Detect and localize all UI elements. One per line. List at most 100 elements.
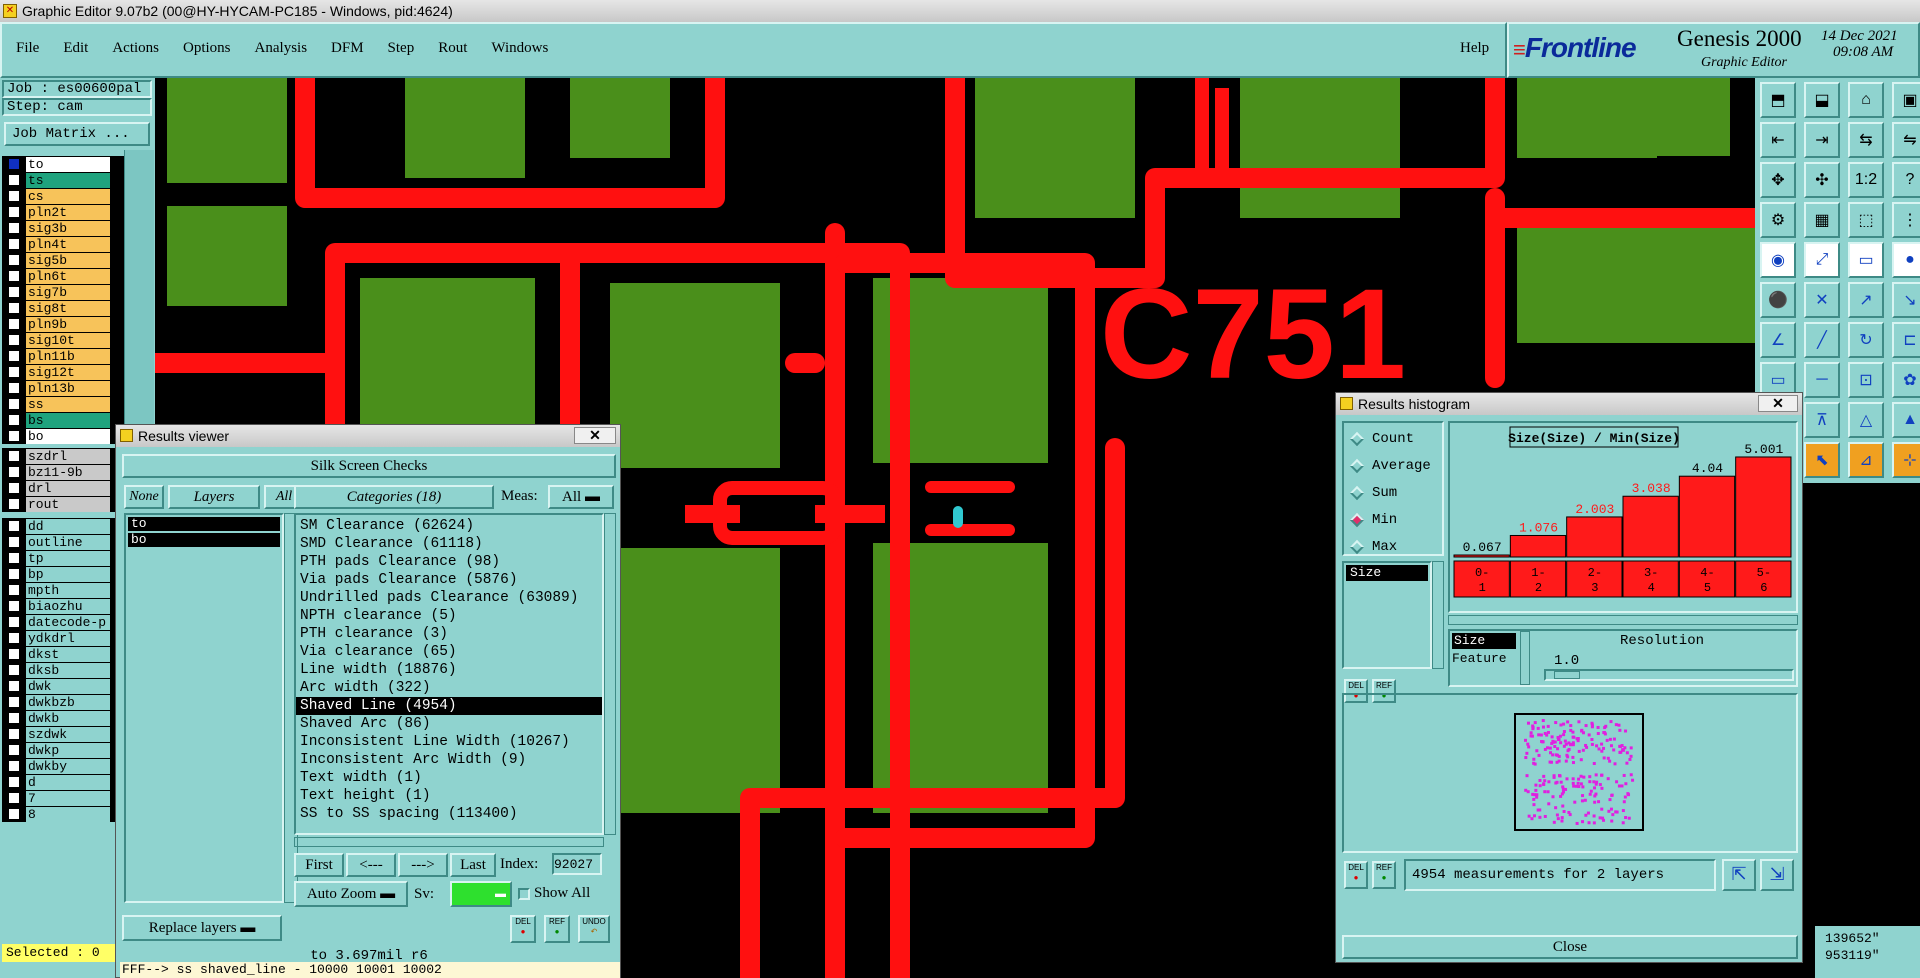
tool-button[interactable]: ⚙ [1760, 202, 1796, 238]
tool-button[interactable]: ⤢ [1804, 242, 1840, 278]
layer-row[interactable]: ydkdrl [2, 630, 124, 646]
category-item[interactable]: Text width (1) [296, 769, 602, 787]
histogram-bar[interactable] [1509, 534, 1567, 558]
tool-button[interactable]: ⬒ [1760, 82, 1796, 118]
layer-name[interactable]: biaozhu [26, 598, 110, 614]
layer-name[interactable]: dd [26, 518, 110, 534]
tool-button[interactable]: ⚫ [1760, 282, 1796, 318]
layer-checkbox[interactable] [8, 664, 20, 676]
menu-edit[interactable]: Edit [63, 40, 88, 56]
auto-zoom-dropdown[interactable]: Auto Zoom ▬ [294, 881, 408, 907]
rv-layer-list[interactable]: to bo [124, 513, 284, 903]
tool-button[interactable]: ⬚ [1848, 202, 1884, 238]
layer-name[interactable]: pln13b [26, 380, 110, 396]
layer-name[interactable]: mpth [26, 582, 110, 598]
histogram-close-button[interactable]: Close [1342, 935, 1798, 959]
tool-button[interactable]: ⊡ [1848, 362, 1884, 398]
category-item[interactable]: Via pads Clearance (5876) [296, 571, 602, 589]
layer-name[interactable]: szdwk [26, 726, 110, 742]
layer-name[interactable]: ydkdrl [26, 630, 110, 646]
layer-name[interactable]: sig12t [26, 364, 110, 380]
layer-row[interactable]: sig5b [2, 252, 124, 268]
categories-button[interactable]: Categories (18) [294, 485, 494, 509]
layer-checkbox[interactable] [8, 520, 20, 532]
category-item[interactable]: Undrilled pads Clearance (63089) [296, 589, 602, 607]
field-list[interactable]: Size [1342, 561, 1432, 669]
layer-row[interactable]: outline [2, 534, 124, 550]
last-button[interactable]: Last [450, 853, 496, 877]
layer-row[interactable]: pln2t [2, 204, 124, 220]
layer-name[interactable]: tp [26, 550, 110, 566]
tool-button[interactable]: ╱ [1804, 322, 1840, 358]
layer-name[interactable]: datecode-p [26, 614, 110, 630]
resolution-scrollbar[interactable] [1520, 631, 1530, 685]
category-item[interactable]: Text height (1) [296, 787, 602, 805]
show-all-checkbox[interactable] [518, 888, 530, 900]
layer-name[interactable]: dksb [26, 662, 110, 678]
tool-button[interactable]: ∠ [1760, 322, 1796, 358]
layer-name[interactable]: cs [26, 188, 110, 204]
field-scrollbar[interactable] [1432, 561, 1444, 669]
tool-button[interactable]: ⊹ [1892, 442, 1920, 478]
layer-name[interactable]: pln4t [26, 236, 110, 252]
menu-windows[interactable]: Windows [491, 40, 548, 56]
layer-row[interactable]: mpth [2, 582, 124, 598]
layer-name[interactable]: rout [26, 496, 110, 512]
histogram-bar[interactable] [1622, 495, 1679, 558]
layer-name[interactable]: drl [26, 480, 110, 496]
tool-button[interactable]: ✥ [1760, 162, 1796, 198]
resolution-slider[interactable] [1544, 669, 1794, 681]
layer-checkbox[interactable] [8, 616, 20, 628]
layer-name[interactable]: dwkp [26, 742, 110, 758]
tool-button[interactable]: ? [1892, 162, 1920, 198]
layer-row[interactable]: drl [2, 480, 124, 496]
layer-row[interactable]: dwkby [2, 758, 124, 774]
resolution-slider-thumb[interactable] [1554, 671, 1580, 679]
zoom-to-layer-button[interactable]: ⇲ [1760, 859, 1794, 891]
layer-row[interactable]: datecode-p [2, 614, 124, 630]
layer-name[interactable]: bp [26, 566, 110, 582]
category-item[interactable]: Shaved Line (4954) [296, 697, 602, 715]
layer-row[interactable]: rout [2, 496, 124, 512]
layer-checkbox[interactable] [8, 482, 20, 494]
layer-name[interactable]: sig5b [26, 252, 110, 268]
tool-button[interactable]: ✿ [1892, 362, 1920, 398]
histogram-bar[interactable] [1735, 456, 1792, 558]
tool-button[interactable]: ▦ [1804, 202, 1840, 238]
layer-name[interactable]: pln9b [26, 316, 110, 332]
layer-checkbox[interactable] [8, 712, 20, 724]
layer-row[interactable]: bo [2, 428, 124, 444]
tool-button[interactable]: ⬓ [1804, 82, 1840, 118]
layer-checkbox[interactable] [8, 632, 20, 644]
layer-row[interactable]: d [2, 774, 124, 790]
field-item[interactable]: Size [1346, 565, 1428, 581]
menu-rout[interactable]: Rout [438, 40, 467, 56]
layer-checkbox[interactable] [8, 728, 20, 740]
layer-checkbox[interactable] [8, 600, 20, 612]
undo-button[interactable]: UNDO ↶ [578, 915, 610, 943]
layer-name[interactable]: sig8t [26, 300, 110, 316]
layer-row[interactable]: cs [2, 188, 124, 204]
chart-hscrollbar[interactable] [1448, 615, 1798, 625]
menu-help[interactable]: Help [1460, 40, 1489, 57]
layer-name[interactable]: ts [26, 172, 110, 188]
layer-row[interactable]: pln11b [2, 348, 124, 364]
bottom-del-button[interactable]: DEL ● [1344, 861, 1368, 889]
prev-button[interactable]: <--- [346, 853, 396, 877]
category-item[interactable]: Arc width (322) [296, 679, 602, 697]
layer-checkbox[interactable] [8, 302, 20, 314]
del-button[interactable]: DEL ● [510, 915, 536, 943]
layers-button[interactable]: Layers [168, 485, 260, 509]
tool-button[interactable]: ▲ [1892, 402, 1920, 438]
layer-checkbox[interactable] [8, 254, 20, 266]
tool-button[interactable]: ⊿ [1848, 442, 1884, 478]
menu-analysis[interactable]: Analysis [255, 40, 308, 56]
layer-row[interactable]: bp [2, 566, 124, 582]
category-item[interactable]: Via clearance (65) [296, 643, 602, 661]
tool-button[interactable]: 1:2 [1848, 162, 1884, 198]
layer-checkbox[interactable] [8, 568, 20, 580]
menu-options[interactable]: Options [183, 40, 231, 56]
layer-row[interactable]: pln6t [2, 268, 124, 284]
tool-button[interactable]: ⇤ [1760, 122, 1796, 158]
layer-checkbox[interactable] [8, 286, 20, 298]
